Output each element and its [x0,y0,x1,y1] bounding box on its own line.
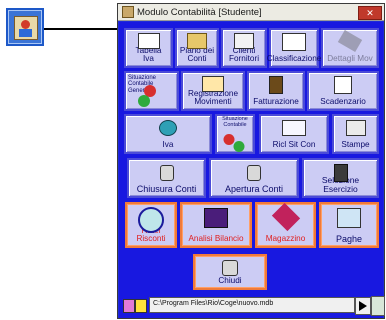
chiusura-conti-label: Chiusura Conti [136,183,197,194]
calendar-icon [334,76,352,94]
magazzino-button[interactable]: Magazzino [255,202,316,248]
print-icon [345,120,366,136]
situazione-contabile-button[interactable]: Situazione Contabile Generale [124,71,179,111]
table-icon [137,33,160,49]
apertura-conti-button[interactable]: Apertura Conti [209,158,299,198]
chiudi-button[interactable]: Chiudi [193,254,267,290]
app-title-icon [122,6,134,18]
scadenzario-button[interactable]: Scadenzario [307,71,379,111]
chiusura-conti-button[interactable]: Chiusura Conti [127,158,206,198]
fatturazione-button[interactable]: Fatturazione [247,71,305,111]
payroll-icon [337,208,361,228]
main-window: Modulo Contabilità [Studente] ✕ Tabella … [117,3,385,319]
app-icon[interactable] [6,8,44,46]
magazzino-label: Magazzino [265,234,306,244]
classificazione-button[interactable]: Classificazione [266,28,322,68]
green-circle-small-icon [233,141,245,152]
db-path-display: C:\Program Files\Rio\Coge\nuovo.mdb [149,297,355,313]
padlock-icon [159,165,174,181]
ricl-sit-con-label: Ricl Sit Con [272,140,316,150]
ratei-risconti-button[interactable]: Ratei Risconti [125,202,177,248]
app-logo-icon [14,16,38,40]
open-padlock-icon [247,165,261,181]
clienti-fornitori-button[interactable]: Clienti Fornitori [221,28,267,68]
scadenzario-label: Scadenzario [320,97,366,107]
stampe-label: Stampe [341,140,370,150]
globe-icon [159,120,177,136]
classificazione-label: Classificazione [266,54,322,64]
save-icon[interactable] [371,296,385,316]
menu-panel: Tabella Iva Piano dei Conti Clienti Forn… [119,22,383,318]
classification-icon [282,33,306,51]
status-info-icon [135,299,147,313]
dettagli-mov-label: Dettagli Mov [327,54,373,64]
chart-icon [282,120,306,136]
situazione-contabile-small-label: Situazione Contabile [222,116,248,128]
tabella-iva-button[interactable]: Tabella Iva [124,28,173,68]
registrazione-movimenti-button[interactable]: Registrazione Movimenti [181,71,245,111]
paghe-label: Paghe [335,233,363,244]
apertura-conti-label: Apertura Conti [224,183,284,194]
status-bar: C:\Program Files\Rio\Coge\nuovo.mdb [119,295,385,317]
fatturazione-label: Fatturazione [253,97,299,107]
chiudi-padlock-icon [222,260,238,276]
close-button[interactable]: ✕ [358,6,382,20]
play-button[interactable] [355,297,371,315]
piano-conti-label: Piano dei Conti [179,45,215,64]
trend-chart-icon [204,208,228,228]
paghe-button[interactable]: Paghe [319,202,379,248]
registrazione-movimenti-label: Registrazione Movimenti [187,88,239,107]
red-circle-small-icon [223,134,235,145]
selezione-esercizio-button[interactable]: Selezione Esercizio [302,158,379,198]
ricl-sit-con-button[interactable]: Ricl Sit Con [259,114,329,154]
tools-icon [337,29,363,53]
analisi-bilancio-label: Analisi Bilancio [188,234,244,244]
chiudi-label: Chiudi [218,276,242,286]
dettagli-mov-button[interactable]: Dettagli Mov [321,28,379,68]
printer-icon [234,33,254,49]
warehouse-icon [271,202,300,232]
green-circle-icon [138,95,150,107]
piano-conti-button[interactable]: Piano dei Conti [175,28,219,68]
iva-button[interactable]: Iva [124,114,212,154]
tabella-iva-label: Tabella Iva [135,45,162,64]
pointer-line-horizontal [44,28,120,30]
window-title: Modulo Contabilità [Studente] [137,6,262,18]
binder-icon [333,164,348,182]
calculator-icon [269,76,283,94]
iva-label: Iva [162,140,174,150]
status-pink-icon [123,299,135,313]
situazione-contabile-small-button[interactable]: Situazione Contabile [215,114,255,154]
r-circle-icon [138,207,164,233]
registration-icon [202,76,224,92]
analisi-bilancio-button[interactable]: Analisi Bilancio [180,202,252,248]
accounts-icon [187,33,207,49]
title-bar: Modulo Contabilità [Studente] ✕ [118,4,384,21]
clienti-fornitori-label: Clienti Fornitori [228,45,260,64]
stampe-button[interactable]: Stampe [332,114,379,154]
